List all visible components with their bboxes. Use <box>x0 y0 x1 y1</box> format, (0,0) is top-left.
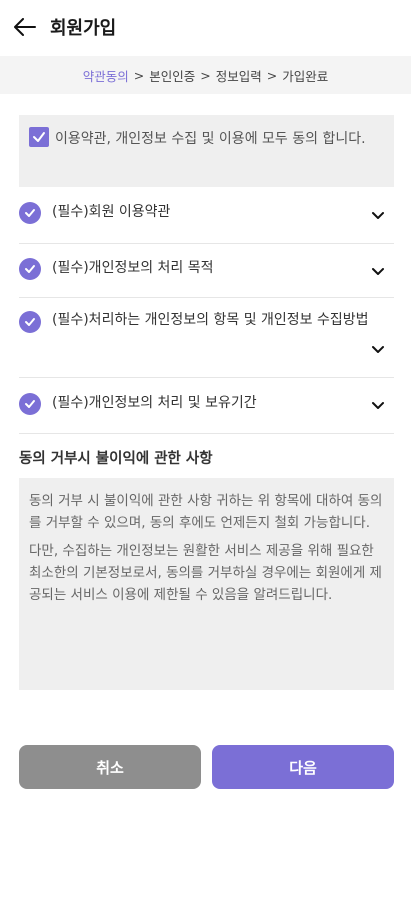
app-header: 회원가입 <box>0 0 411 56</box>
step-info-input: 정보입력 <box>215 68 262 84</box>
term-item-purpose[interactable]: (필수)개인정보의 처리 목적 <box>19 244 394 298</box>
term-label: (필수)개인정보의 처리 목적 <box>52 260 214 276</box>
back-button[interactable] <box>10 12 40 42</box>
chevron-down-icon[interactable] <box>370 397 386 413</box>
next-button[interactable]: 다음 <box>212 745 394 789</box>
terms-list: (필수)회원 이용약관 (필수)개인정보의 처리 목적 (필수)처리하는 개인정… <box>19 190 394 434</box>
agree-all-label: 이용약관, 개인정보 수집 및 이용에 모두 동의 합니다. <box>55 131 366 147</box>
notice-title: 동의 거부시 불이익에 관한 사항 <box>19 451 213 467</box>
step-verification: 본인인증 <box>149 68 196 84</box>
term-item-collection[interactable]: (필수)처리하는 개인정보의 항목 및 개인정보 수집방법 <box>19 298 394 378</box>
step-separator: > <box>266 67 278 83</box>
agree-all-checkbox[interactable]: 이용약관, 개인정보 수집 및 이용에 모두 동의 합니다. <box>19 115 394 187</box>
arrow-left-icon <box>14 18 36 36</box>
chevron-down-icon[interactable] <box>370 207 386 223</box>
step-complete: 가입완료 <box>282 68 329 84</box>
notice-paragraph: 다만, 수집하는 개인정보는 원활한 서비스 제공을 위해 필요한 최소한의 기… <box>29 543 382 603</box>
page-title: 회원가입 <box>50 18 117 39</box>
signup-steps: 약관동의 > 본인인증 > 정보입력 > 가입완료 <box>0 56 411 94</box>
checkbox-checked-icon <box>29 127 49 147</box>
check-circle-icon <box>19 258 41 280</box>
term-item-retention[interactable]: (필수)개인정보의 처리 및 보유기간 <box>19 378 394 434</box>
step-terms: 약관동의 <box>82 68 129 84</box>
notice-paragraph: 동의 거부 시 불이익에 관한 사항 귀하는 위 항목에 대하여 동의를 거부할… <box>29 493 383 531</box>
chevron-down-icon[interactable] <box>370 263 386 279</box>
chevron-down-icon[interactable] <box>370 341 386 357</box>
term-label: (필수)처리하는 개인정보의 항목 및 개인정보 수집방법 <box>52 312 369 328</box>
step-separator: > <box>200 67 211 83</box>
term-item-service[interactable]: (필수)회원 이용약관 <box>19 190 394 244</box>
step-separator: > <box>133 67 145 83</box>
check-circle-icon <box>19 202 41 224</box>
term-label: (필수)회원 이용약관 <box>52 204 171 220</box>
term-label: (필수)개인정보의 처리 및 보유기간 <box>52 395 257 411</box>
notice-box: 동의 거부 시 불이익에 관한 사항 귀하는 위 항목에 대하여 동의를 거부할… <box>19 478 394 690</box>
cancel-button[interactable]: 취소 <box>19 745 201 789</box>
check-circle-icon <box>19 393 41 415</box>
